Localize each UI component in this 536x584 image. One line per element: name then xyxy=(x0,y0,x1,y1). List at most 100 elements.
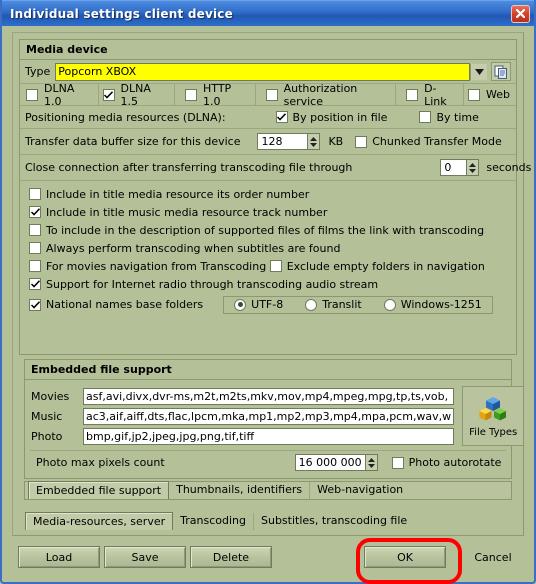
protocols-row: DLNA 1.0 DLNA 1.5 HTTP 1.0 Authorization… xyxy=(20,82,516,108)
tab-transcoding[interactable]: Transcoding xyxy=(173,513,254,530)
check-icon xyxy=(104,90,114,99)
photo-max-value[interactable]: 16 000 000 xyxy=(294,454,365,471)
exclude-empty-folders-checkbox[interactable] xyxy=(269,260,282,272)
encoding-option-utf8[interactable]: UTF-8 xyxy=(234,298,283,311)
spinner-down-icon[interactable] xyxy=(310,142,318,147)
internet-radio-support-checkbox[interactable] xyxy=(29,278,41,290)
delete-button[interactable]: Delete xyxy=(190,546,272,568)
chunked-transfer-checkbox[interactable] xyxy=(355,135,368,148)
authorization-service-checkbox[interactable] xyxy=(265,88,278,101)
buffer-size-stepper[interactable]: 128 xyxy=(257,133,321,150)
option-label-5: Exclude empty folders in navigation xyxy=(286,259,485,273)
option-include-transcoding-link[interactable]: To include in the description of support… xyxy=(29,222,484,238)
photo-autorotate-option[interactable]: Photo autorotate xyxy=(391,456,501,469)
type-combobox[interactable]: Popcorn XBOX xyxy=(55,62,470,81)
tab-web-navigation[interactable]: Web-navigation xyxy=(310,482,410,499)
check-icon xyxy=(30,208,40,216)
copy-device-button[interactable] xyxy=(491,62,511,81)
option-include-order-number[interactable]: Include in title media resource its orde… xyxy=(29,186,309,202)
option-movies-navigation[interactable]: For movies navigation from Transcoding xyxy=(29,258,266,274)
close-button[interactable] xyxy=(511,4,530,23)
close-connection-stepper[interactable]: 0 xyxy=(440,159,480,176)
http10-checkbox[interactable] xyxy=(185,88,198,101)
protocol-item-2[interactable]: HTTP 1.0 xyxy=(179,82,251,108)
protocol-item-0[interactable]: DLNA 1.0 xyxy=(20,82,94,108)
tab-thumbnails-identifiers[interactable]: Thumbnails, identifiers xyxy=(169,482,311,499)
national-names-option[interactable]: National names base folders xyxy=(29,298,203,311)
movies-label: Movies xyxy=(31,389,70,403)
type-dropdown-button[interactable] xyxy=(470,63,487,80)
buffer-size-value[interactable]: 128 xyxy=(257,133,308,150)
option-label-2: To include in the description of support… xyxy=(46,223,485,237)
tab-media-resources-server[interactable]: Media-resources, server xyxy=(25,512,174,530)
include-transcoding-link-checkbox[interactable] xyxy=(29,224,41,236)
windows1251-radio[interactable] xyxy=(383,298,396,311)
photo-autorotate-checkbox[interactable] xyxy=(391,456,404,469)
tab-substitles-transcoding-file[interactable]: Substitles, transcoding file xyxy=(254,513,414,530)
protocol-item-3[interactable]: Authorization service xyxy=(260,82,392,108)
tab-embedded-file-support[interactable]: Embedded file support xyxy=(28,481,170,499)
national-names-checkbox[interactable] xyxy=(29,298,41,311)
button-bar: Load Save Delete OK Cancel xyxy=(12,538,524,584)
inner-tab-label-1: Thumbnails, identifiers xyxy=(176,483,303,496)
spinner-up-icon[interactable] xyxy=(310,136,318,141)
encoding-radio-group: UTF-8 Translit Windows-1251 xyxy=(223,295,493,314)
encoding-option-translit[interactable]: Translit xyxy=(305,298,362,311)
positioning-row: Positioning media resources (DLNA): By p… xyxy=(20,106,516,129)
dlna10-checkbox[interactable] xyxy=(26,88,38,101)
music-extensions-input[interactable]: ac3,aif,aiff,dts,flac,lpcm,mka,mp1,mp2,m… xyxy=(83,407,455,425)
dlink-checkbox[interactable] xyxy=(406,88,419,101)
encoding-label-1: Translit xyxy=(322,298,362,311)
cancel-button[interactable]: Cancel xyxy=(452,546,534,568)
title-bar: Individual settings client device xyxy=(2,0,534,26)
spinner-up-icon[interactable] xyxy=(469,162,477,167)
file-types-button[interactable]: File Types xyxy=(462,386,525,446)
spinner-up-icon[interactable] xyxy=(367,457,375,462)
by-position-in-file-checkbox[interactable] xyxy=(275,111,288,123)
utf8-radio[interactable] xyxy=(234,298,247,311)
always-transcode-subtitles-checkbox[interactable] xyxy=(29,242,41,254)
national-names-label: National names base folders xyxy=(46,298,204,311)
photo-max-arrows[interactable] xyxy=(364,454,378,471)
option-internet-radio-support[interactable]: Support for Internet radio through trans… xyxy=(29,276,378,292)
buffer-unit-label: KB xyxy=(328,135,344,148)
option-always-transcode-subtitles[interactable]: Always perform transcoding when subtitle… xyxy=(29,240,340,256)
dlna15-checkbox[interactable] xyxy=(102,88,115,101)
include-track-number-checkbox[interactable] xyxy=(29,206,41,218)
photo-max-stepper[interactable]: 16 000 000 xyxy=(294,454,378,471)
by-position-in-file-option[interactable]: By position in file xyxy=(275,110,388,124)
chunked-transfer-option[interactable]: Chunked Transfer Mode xyxy=(355,135,502,148)
buffer-size-arrows[interactable] xyxy=(307,133,321,150)
photo-label: Photo xyxy=(31,429,63,443)
photo-extensions-input[interactable]: bmp,gif,jp2,jpeg,jpg,png,tif,tiff xyxy=(83,427,455,445)
main-panel: Media device Type Popcorn XBOX DLNA 1.0 … xyxy=(12,32,531,536)
option-label-4: For movies navigation from Transcoding xyxy=(46,259,267,273)
movies-navigation-checkbox[interactable] xyxy=(29,260,41,272)
load-button[interactable]: Load xyxy=(18,546,100,568)
file-types-area: File Types xyxy=(454,386,525,446)
protocol-item-1[interactable]: DLNA 1.5 xyxy=(102,82,171,108)
spinner-down-icon[interactable] xyxy=(367,463,375,468)
include-order-number-checkbox[interactable] xyxy=(29,188,41,200)
protocol-item-5[interactable]: Web xyxy=(468,88,516,101)
option-exclude-empty-folders[interactable]: Exclude empty folders in navigation xyxy=(269,258,485,274)
save-button[interactable]: Save xyxy=(104,546,186,568)
ok-button[interactable]: OK xyxy=(364,546,446,568)
encoding-option-windows1251[interactable]: Windows-1251 xyxy=(383,298,482,311)
load-button-label: Load xyxy=(45,550,73,564)
protocol-item-4[interactable]: D-Link xyxy=(400,82,459,108)
option-include-track-number[interactable]: Include in title music media resource tr… xyxy=(29,204,327,220)
movies-extensions-input[interactable]: asf,avi,divx,dvr-ms,m2t,m2ts,mkv,mov,mp4… xyxy=(83,387,455,405)
web-checkbox[interactable] xyxy=(468,88,481,101)
by-position-in-file-label: By position in file xyxy=(292,110,388,124)
file-types-label: File Types xyxy=(469,426,518,438)
divider xyxy=(97,84,99,105)
window-title: Individual settings client device xyxy=(10,6,233,21)
by-time-checkbox[interactable] xyxy=(419,111,432,123)
delete-button-label: Delete xyxy=(212,550,250,564)
close-connection-arrows[interactable] xyxy=(466,159,480,176)
by-time-option[interactable]: By time xyxy=(419,111,479,124)
spinner-down-icon[interactable] xyxy=(469,168,477,173)
translit-radio[interactable] xyxy=(305,298,318,311)
close-connection-value[interactable]: 0 xyxy=(440,159,467,176)
